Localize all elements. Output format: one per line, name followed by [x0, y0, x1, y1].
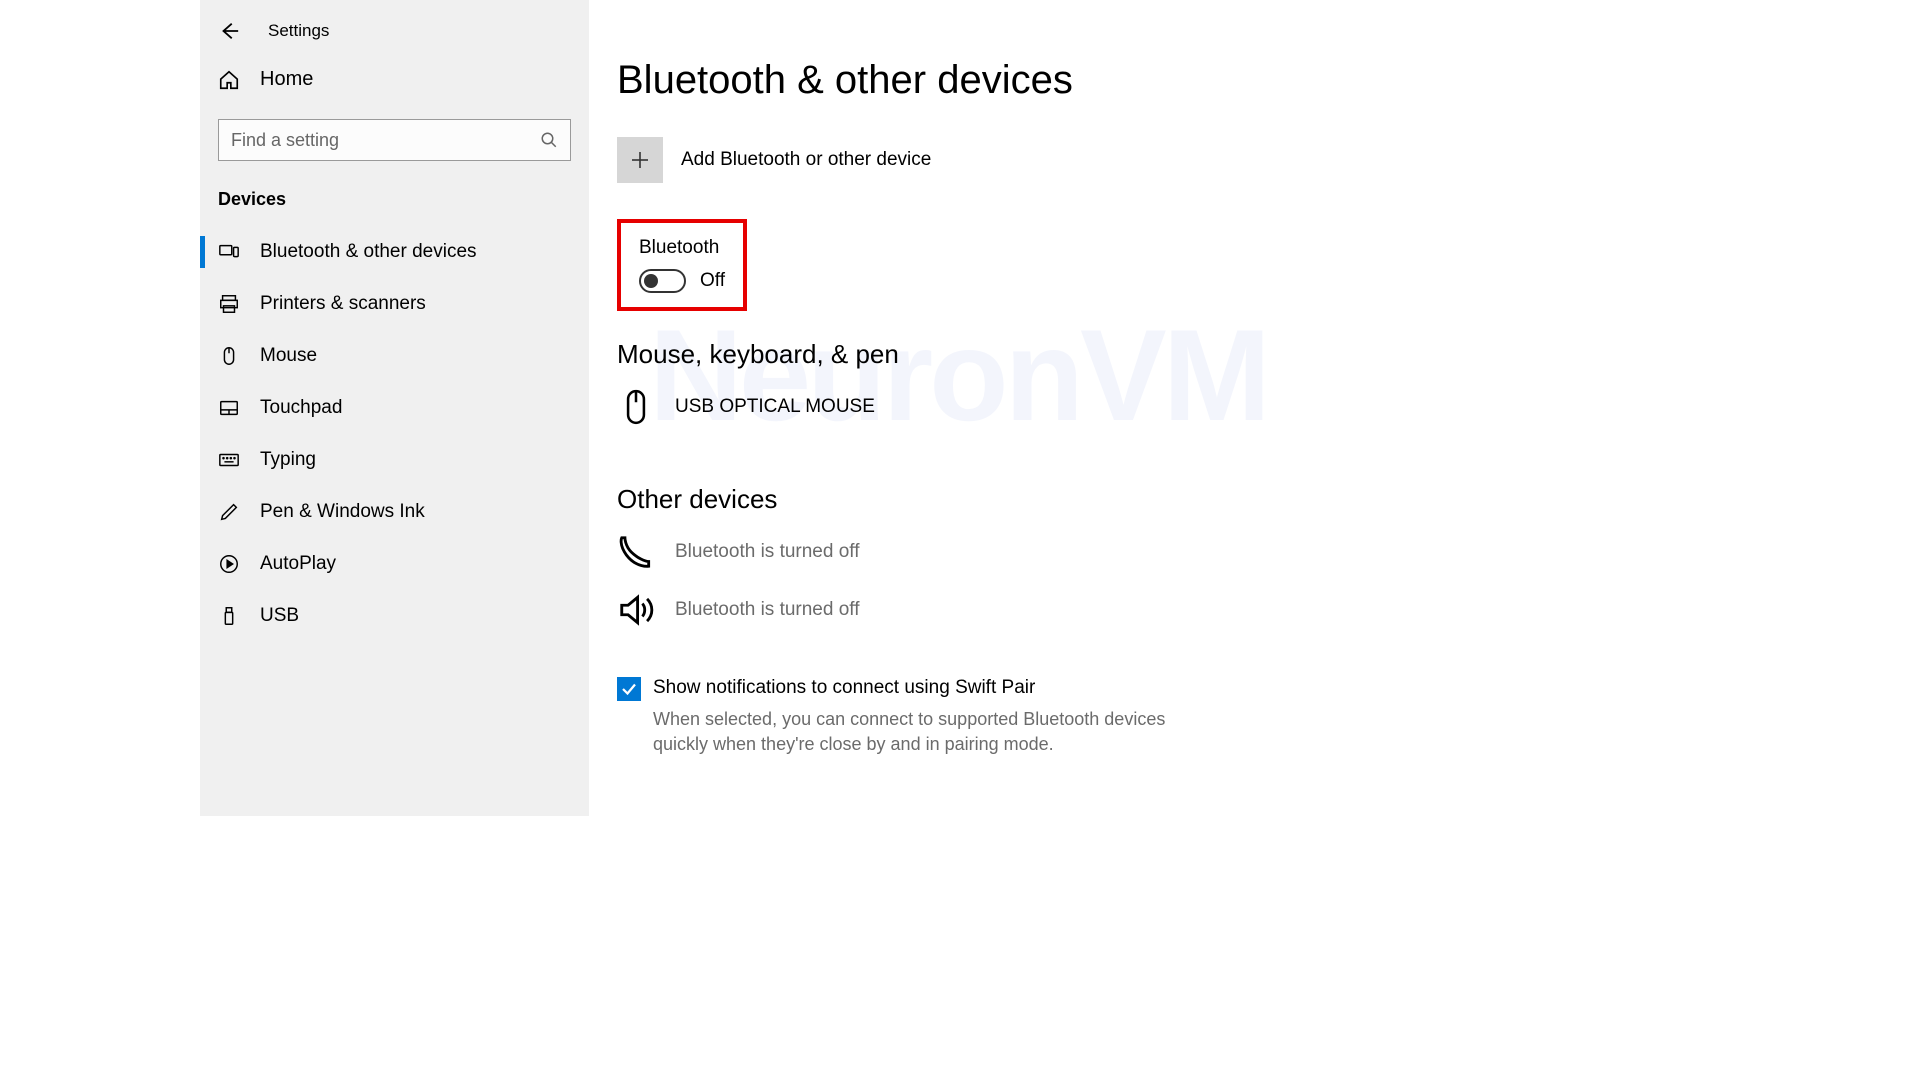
swiftpair-text: Show notifications to connect using Swif… [653, 677, 1213, 757]
header-title: Settings [268, 21, 329, 41]
mouse-device-icon [617, 388, 655, 426]
swiftpair-label: Show notifications to connect using Swif… [653, 677, 1213, 699]
sidebar-item-pen[interactable]: Pen & Windows Ink [200, 486, 589, 538]
phone-icon [617, 533, 655, 571]
back-arrow-icon[interactable] [218, 20, 240, 42]
device-row-audio[interactable]: Bluetooth is turned off [617, 591, 1361, 629]
swiftpair-checkbox[interactable] [617, 677, 641, 701]
main-panel: NeuronVM Bluetooth & other devices Add B… [589, 0, 1389, 816]
settings-window: Settings Home Devices Bluetooth & other … [200, 0, 1389, 816]
sidebar-item-mouse[interactable]: Mouse [200, 330, 589, 382]
sidebar-item-label: AutoPlay [260, 553, 336, 575]
other-devices-group: Other devices Bluetooth is turned off Bl… [617, 484, 1361, 629]
sidebar-item-label: Typing [260, 449, 316, 471]
device-row-mouse[interactable]: USB OPTICAL MOUSE [617, 388, 1361, 426]
device-row-phone[interactable]: Bluetooth is turned off [617, 533, 1361, 571]
swiftpair-row: Show notifications to connect using Swif… [617, 677, 1361, 757]
sidebar-home[interactable]: Home [200, 54, 589, 105]
printer-icon [218, 293, 240, 315]
usb-icon [218, 605, 240, 627]
bluetooth-highlight-box: Bluetooth Off [617, 219, 747, 311]
sidebar-item-touchpad[interactable]: Touchpad [200, 382, 589, 434]
home-icon [218, 69, 240, 91]
sidebar-item-usb[interactable]: USB [200, 590, 589, 642]
device-status: Bluetooth is turned off [675, 541, 860, 563]
sidebar-item-label: Mouse [260, 345, 317, 367]
search-icon [540, 131, 558, 149]
watermark: NeuronVM [649, 300, 1267, 450]
mouse-icon [218, 345, 240, 367]
page-title: Bluetooth & other devices [617, 58, 1361, 103]
autoplay-icon [218, 553, 240, 575]
mouse-section-heading: Mouse, keyboard, & pen [617, 339, 1361, 370]
header-row: Settings [200, 12, 589, 54]
devices-icon [218, 241, 240, 263]
keyboard-icon [218, 449, 240, 471]
sidebar-section-label: Devices [200, 179, 589, 226]
sidebar-item-printers[interactable]: Printers & scanners [200, 278, 589, 330]
sidebar-item-typing[interactable]: Typing [200, 434, 589, 486]
sidebar-item-label: USB [260, 605, 299, 627]
pen-icon [218, 501, 240, 523]
device-name: USB OPTICAL MOUSE [675, 396, 875, 418]
search-box[interactable] [218, 119, 571, 161]
sidebar: Settings Home Devices Bluetooth & other … [200, 0, 589, 816]
add-device-button[interactable]: Add Bluetooth or other device [617, 137, 1361, 183]
device-status: Bluetooth is turned off [675, 599, 860, 621]
sidebar-item-bluetooth[interactable]: Bluetooth & other devices [200, 226, 589, 278]
sidebar-item-label: Printers & scanners [260, 293, 426, 315]
bluetooth-label: Bluetooth [639, 237, 725, 259]
sidebar-item-label: Bluetooth & other devices [260, 241, 477, 263]
sidebar-home-label: Home [260, 68, 313, 91]
add-device-label: Add Bluetooth or other device [681, 149, 931, 171]
sidebar-item-autoplay[interactable]: AutoPlay [200, 538, 589, 590]
search-input[interactable] [231, 130, 540, 151]
other-section-heading: Other devices [617, 484, 1361, 515]
swiftpair-description: When selected, you can connect to suppor… [653, 707, 1213, 757]
touchpad-icon [218, 397, 240, 419]
bluetooth-toggle-row: Off [639, 269, 725, 293]
bluetooth-toggle[interactable] [639, 269, 686, 293]
bluetooth-state: Off [700, 270, 725, 292]
plus-icon [617, 137, 663, 183]
sidebar-item-label: Pen & Windows Ink [260, 501, 425, 523]
speaker-icon [617, 591, 655, 629]
sidebar-item-label: Touchpad [260, 397, 342, 419]
